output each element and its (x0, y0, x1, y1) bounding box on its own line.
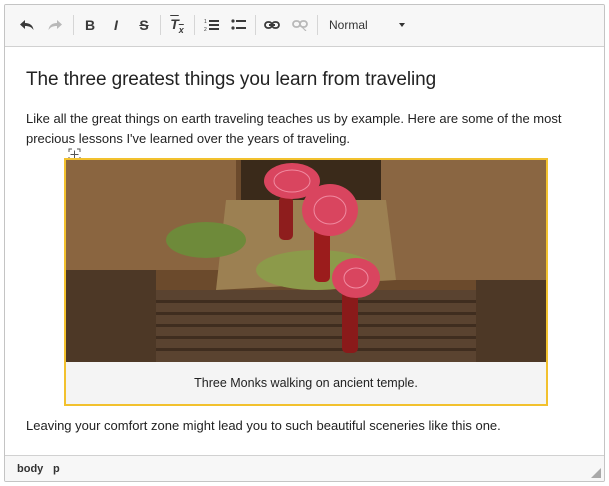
paragraph-format-dropdown[interactable]: Normal (323, 13, 409, 37)
toolbar-separator (160, 15, 161, 35)
format-value: Normal (329, 18, 368, 32)
svg-text:1: 1 (204, 19, 207, 25)
resize-handle-icon[interactable] (591, 468, 601, 478)
element-path-body[interactable]: body (17, 463, 43, 475)
bold-label: B (84, 17, 96, 33)
numbered-list-icon: 1 2 (204, 19, 219, 32)
undo-button[interactable] (15, 13, 39, 37)
remove-format-button[interactable]: Tx (165, 13, 189, 37)
undo-icon (20, 20, 34, 30)
remove-format-label: T (170, 15, 179, 32)
image-figure[interactable]: Three Monks walking on ancient temple. (64, 158, 548, 406)
svg-text:2: 2 (204, 27, 207, 32)
image-caption[interactable]: Three Monks walking on ancient temple. (66, 362, 546, 404)
element-path-p[interactable]: p (53, 463, 60, 475)
toolbar-separator (73, 15, 74, 35)
chevron-down-icon (399, 23, 405, 27)
rich-text-editor: B I S Tx 1 2 Normal The three greatest t… (4, 4, 605, 482)
redo-icon (48, 20, 62, 30)
status-bar: body p (5, 455, 604, 481)
numbered-list-button[interactable]: 1 2 (200, 13, 224, 37)
remove-format-icon: Tx (170, 16, 184, 35)
italic-button[interactable]: I (104, 13, 128, 37)
toolbar-separator (317, 15, 318, 35)
italic-label: I (114, 17, 118, 33)
toolbar-separator (194, 15, 195, 35)
strikethrough-button[interactable]: S (132, 13, 156, 37)
toolbar-separator (255, 15, 256, 35)
bulleted-list-icon (231, 19, 246, 30)
toolbar: B I S Tx 1 2 Normal (5, 5, 604, 47)
temple-photo (66, 160, 546, 362)
unlink-icon (292, 20, 308, 31)
paragraph-closing[interactable]: Leaving your comfort zone might lead you… (26, 417, 501, 435)
bulleted-list-button[interactable] (227, 13, 251, 37)
unlink-button[interactable] (288, 13, 312, 37)
editor-content[interactable]: The three greatest things you learn from… (5, 47, 604, 457)
link-icon (264, 21, 280, 29)
bold-button[interactable]: B (78, 13, 102, 37)
monks-temple-image (66, 160, 546, 362)
link-button[interactable] (260, 13, 284, 37)
document-title[interactable]: The three greatest things you learn from… (26, 69, 436, 91)
paragraph-intro[interactable]: Like all the great things on earth trave… (26, 109, 586, 149)
remove-format-sub: x (178, 24, 184, 35)
strike-label: S (139, 17, 149, 33)
redo-button[interactable] (43, 13, 67, 37)
